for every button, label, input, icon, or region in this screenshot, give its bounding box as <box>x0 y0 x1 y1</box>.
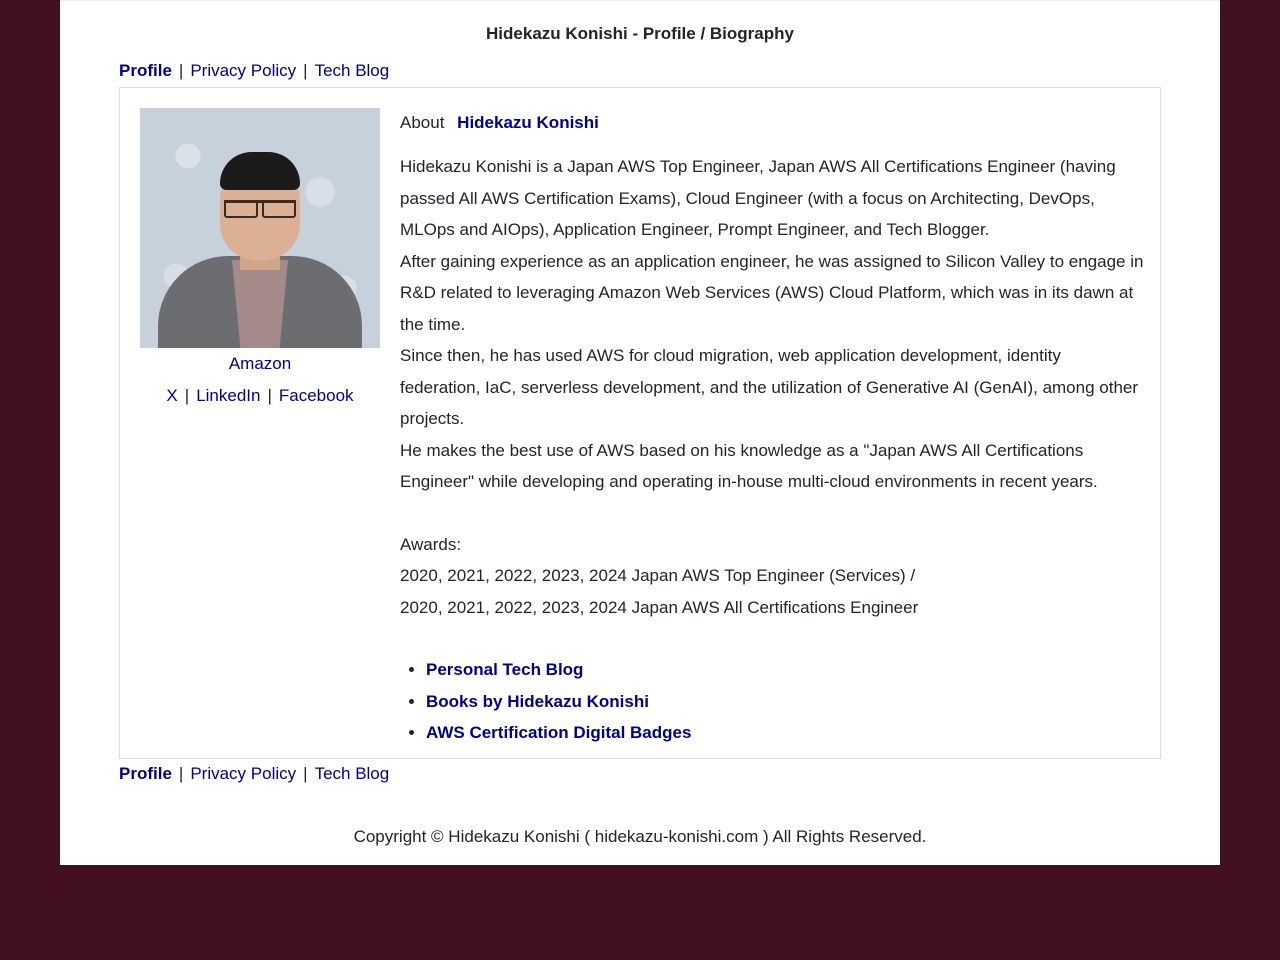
nav-separator: | <box>303 61 308 80</box>
list-item: Personal Tech Blog <box>426 654 1145 686</box>
digital-badges-link[interactable]: AWS Certification Digital Badges <box>426 723 691 742</box>
resource-links: Personal Tech Blog Books by Hidekazu Kon… <box>400 654 1145 749</box>
list-item: Books by Hidekazu Konishi <box>426 686 1145 718</box>
award-item: 2020, 2021, 2022, 2023, 2024 Japan AWS A… <box>400 597 919 617</box>
nav-separator: | <box>178 61 184 80</box>
about-heading: About Hidekazu Konishi <box>400 112 1145 134</box>
photo-glasses <box>224 200 296 219</box>
nav-separator: | <box>178 764 184 783</box>
copyright-text: Copyright © Hidekazu Konishi ( hidekazu-… <box>353 827 927 846</box>
books-link[interactable]: Books by Hidekazu Konishi <box>426 692 649 711</box>
profile-photo <box>140 108 380 348</box>
bio-paragraph: He makes the best use of AWS based on hi… <box>400 440 1098 492</box>
top-nav: Profile | Privacy Policy | Tech Blog <box>119 61 389 81</box>
personal-tech-blog-link[interactable]: Personal Tech Blog <box>426 660 583 679</box>
social-links: X | LinkedIn | Facebook <box>140 386 380 405</box>
awards-label: Awards: <box>400 534 462 554</box>
social-separator: | <box>267 386 272 405</box>
award-item: 2020, 2021, 2022, 2023, 2024 Japan AWS T… <box>400 566 916 585</box>
facebook-link[interactable]: Facebook <box>279 386 354 405</box>
photo-hair <box>220 152 300 190</box>
nav-tech-blog-link[interactable]: Tech Blog <box>315 61 390 80</box>
page-container: Hidekazu Konishi - Profile / Biography P… <box>60 0 1220 865</box>
nav-privacy-policy-link[interactable]: Privacy Policy <box>190 764 296 783</box>
nav-profile-link[interactable]: Profile <box>119 61 172 80</box>
nav-tech-blog-link[interactable]: Tech Blog <box>315 764 390 783</box>
profile-card: Amazon X | LinkedIn | Facebook About Hidekaz… <box>119 87 1161 759</box>
about-name-link[interactable]: Hidekazu Konishi <box>457 113 599 132</box>
list-item: AWS Certification Digital Badges <box>426 717 1145 749</box>
bio-paragraph: Hidekazu Konishi is a Japan AWS Top Engi… <box>400 157 1116 239</box>
social-separator: | <box>184 386 190 405</box>
nav-separator: | <box>303 764 308 783</box>
x-link[interactable]: X <box>166 386 177 405</box>
about-label: About <box>400 113 445 132</box>
bio-paragraph: Since then, he has used AWS for cloud mi… <box>400 346 1139 428</box>
bio-paragraph: After gaining experience as an applicati… <box>400 251 1144 334</box>
bottom-nav: Profile | Privacy Policy | Tech Blog <box>119 764 389 784</box>
nav-privacy-policy-link[interactable]: Privacy Policy <box>190 61 296 80</box>
photo-shirt <box>232 260 288 348</box>
about-section: About Hidekazu Konishi Hidekazu Konishi … <box>400 112 1145 749</box>
biography: Hidekazu Konishi is a Japan AWS Top Engi… <box>400 151 1145 498</box>
awards-section: Awards: 2020, 2021, 2022, 2023, 2024 Jap… <box>400 529 1145 624</box>
page-title: Hidekazu Konishi - Profile / Biography <box>486 24 794 43</box>
nav-profile-link[interactable]: Profile <box>119 764 172 783</box>
amazon-link[interactable]: Amazon <box>140 354 380 373</box>
profile-sidebar: Amazon X | LinkedIn | Facebook <box>140 108 380 405</box>
linkedin-link[interactable]: LinkedIn <box>196 386 260 405</box>
